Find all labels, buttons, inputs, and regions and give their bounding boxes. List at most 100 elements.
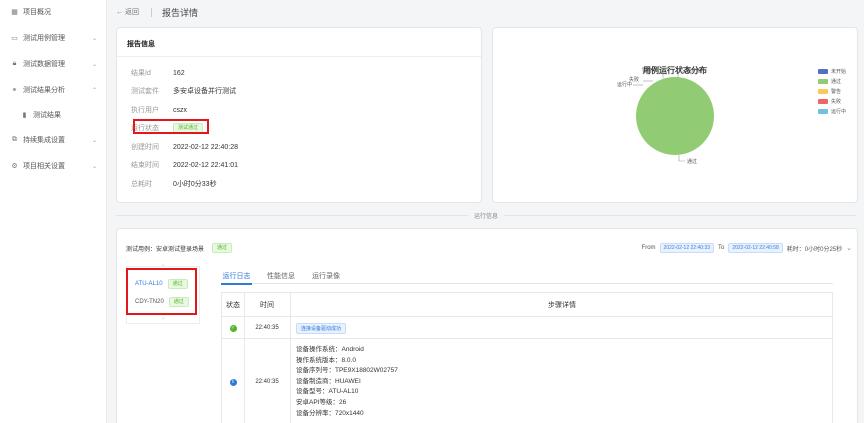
sidebar-item-project-settings[interactable]: ⚙ 项目相关设置 ⌄: [0, 159, 107, 173]
detail-line: 设备分辨率：720x1440: [296, 409, 364, 417]
sidebar-item-ci-settings[interactable]: ⧉ 持续集成设置 ⌄: [0, 133, 107, 147]
divider: [150, 7, 152, 17]
time-range: From 2022-02-12 22:40:33 To 2022-02-12 2…: [642, 243, 852, 253]
pie-label-running: 运行中: [617, 82, 633, 88]
sidebar-item-label: 测试结果分析: [23, 87, 65, 94]
link-icon: ⚭: [11, 87, 18, 94]
step-detail-tag: 连接设备驱动成功: [296, 323, 347, 334]
status-cell: i: [222, 340, 244, 423]
pie-label-pass: 通过: [687, 159, 698, 165]
test-case-header: 测试用例：安卓测试登录场景 通过: [126, 243, 233, 253]
field-key: 结束时间: [131, 162, 159, 169]
field-key: 测试套件: [131, 88, 159, 95]
page-title: 报告详情: [161, 7, 198, 18]
sidebar-item-label: 测试用例管理: [23, 35, 65, 42]
chevron-down-icon: ⌄: [91, 163, 97, 170]
leader-line: [677, 71, 685, 78]
test-case-label: 测试用例：安卓测试登录场景: [126, 246, 205, 253]
divider: [290, 293, 291, 423]
sidebar: ▦ 项目概况 ▭ 测试用例管理 ⌄ 🔒︎ 测试数据管理 ⌄ ⚭ 测试结果分析 ⌃…: [0, 0, 107, 423]
pie-label-not-started: 未开始: [686, 68, 702, 74]
tab-run-log[interactable]: 运行日志: [221, 268, 252, 285]
table-header: 状态 时间 步骤详情: [222, 293, 832, 317]
tab-label: 运行录像: [312, 273, 340, 280]
status-cell: ✓: [222, 317, 244, 339]
sidebar-item-label: 持续集成设置: [23, 137, 65, 144]
tab-active-indicator: [221, 283, 252, 285]
field-total-duration: 总耗时 0小时0分33秒: [131, 179, 217, 189]
sidebar-item-project-overview[interactable]: ▦ 项目概况: [0, 5, 107, 19]
status-distribution-card: 用例运行状态分布 未开始 通过 警告 失败 运行中 警告 未开始 失败 运行中 …: [492, 27, 858, 203]
field-result-id: 结果Id 162: [131, 68, 185, 78]
pie-label-warning: 警告: [642, 68, 653, 74]
divider: [117, 56, 481, 57]
chevron-down-icon: ⌄: [91, 61, 97, 68]
field-key: 执行用户: [131, 107, 159, 114]
detail-line: 设备型号：ATU-AL10: [296, 388, 359, 396]
detail-line: 设备序列号：TPE9X18802W02757: [296, 367, 398, 375]
leader-line: [678, 155, 685, 162]
detail-line: 安卓API等级：26: [296, 398, 347, 406]
field-executor: 执行用户 cszx: [131, 105, 187, 115]
folder-icon: ▭: [11, 35, 18, 42]
sidebar-item-test-case-mgmt[interactable]: ▭ 测试用例管理 ⌄: [0, 31, 107, 45]
column-header-status: 状态: [226, 302, 240, 309]
chevron-down-icon: ⌄: [91, 35, 97, 42]
field-key: 总耗时: [131, 181, 152, 188]
time-cell: 22:40:35: [255, 325, 279, 331]
chevron-down-icon[interactable]: ⌄: [846, 244, 852, 252]
chevron-down-icon: ⌄: [91, 137, 97, 144]
highlight-box: [133, 119, 209, 134]
tab-label: 运行日志: [222, 273, 251, 280]
pie-slice-pass[interactable]: [636, 77, 714, 155]
sidebar-item-label: 测试结果: [33, 112, 61, 119]
leader-line: [657, 71, 664, 78]
field-key: 结果Id: [131, 70, 151, 77]
from-label: From: [641, 245, 656, 251]
pie-chart: [633, 71, 714, 162]
breadcrumb: ← 返回 报告详情: [116, 5, 198, 19]
sidebar-item-label: 项目概况: [23, 9, 51, 16]
gear-icon: ⚙: [11, 163, 18, 170]
field-test-suite: 测试套件 多安卓设备并行测试: [131, 86, 236, 96]
run-log-table: 状态 时间 步骤详情 ✓ 22:40:35 连接设备驱动成功 i 22:40:3…: [221, 292, 833, 423]
back-link[interactable]: ← 返回: [116, 7, 139, 17]
chevron-up-icon: ⌃: [91, 87, 97, 94]
field-end-time: 结束时间 2022-02-12 22:41:01: [131, 160, 238, 170]
tab-recording[interactable]: 运行录像: [312, 268, 340, 284]
table-row: ✓ 22:40:35 连接设备驱动成功: [222, 317, 832, 339]
highlight-box: [126, 268, 197, 315]
column-header-step-detail: 步骤详情: [548, 302, 576, 309]
field-value: 0小时0分33秒: [173, 181, 217, 188]
status-badge: 通过: [212, 243, 233, 253]
column-header-time: 时间: [260, 302, 274, 309]
sidebar-item-label: 测试数据管理: [23, 61, 65, 68]
lock-icon: 🔒︎: [12, 60, 17, 67]
field-value: 多安卓设备并行测试: [173, 88, 236, 95]
integration-icon: ⧉: [12, 136, 17, 143]
duration: 耗时：0小时0分25秒: [786, 246, 843, 253]
field-key: 创建时间: [131, 144, 159, 151]
dashboard-icon: ▦: [11, 9, 18, 16]
sidebar-item-result-analysis[interactable]: ⚭ 测试结果分析 ⌃: [0, 83, 107, 97]
step-detail-lines: 设备操作系统：Android 操作系统版本：8.0.0 设备序列号：TPE9X1…: [296, 345, 398, 419]
field-created-time: 创建时间 2022-02-12 22:40:28: [131, 142, 238, 152]
field-value: cszx: [173, 106, 187, 114]
sidebar-item-test-results[interactable]: ▮ 测试结果: [0, 108, 107, 122]
sidebar-item-test-data-mgmt[interactable]: 🔒︎ 测试数据管理 ⌄: [0, 57, 107, 71]
from-time: 2022-02-12 22:40:33: [659, 243, 714, 253]
report-info-card: 报告信息 结果Id 162 测试套件 多安卓设备并行测试 执行用户 cszx 运…: [116, 27, 482, 203]
chevron-down-icon[interactable]: ⌄: [161, 315, 165, 321]
section-label: 运行信息: [468, 211, 505, 220]
detail-line: 设备制造商：HUAWEI: [296, 377, 361, 385]
time-cell: 22:40:35: [255, 379, 279, 385]
tab-label: 性能信息: [267, 273, 295, 280]
detail-line: 操作系统版本：8.0.0: [296, 356, 356, 364]
to-time: 2022-02-12 22:40:58: [728, 243, 783, 253]
check-circle-icon: ✓: [229, 324, 237, 332]
tab-bar: 运行日志 性能信息 运行录像: [221, 268, 833, 285]
sidebar-item-label: 项目相关设置: [23, 163, 65, 170]
tab-performance[interactable]: 性能信息: [267, 268, 295, 284]
detail-line: 设备操作系统：Android: [296, 346, 364, 353]
info-circle-icon: i: [229, 378, 237, 386]
